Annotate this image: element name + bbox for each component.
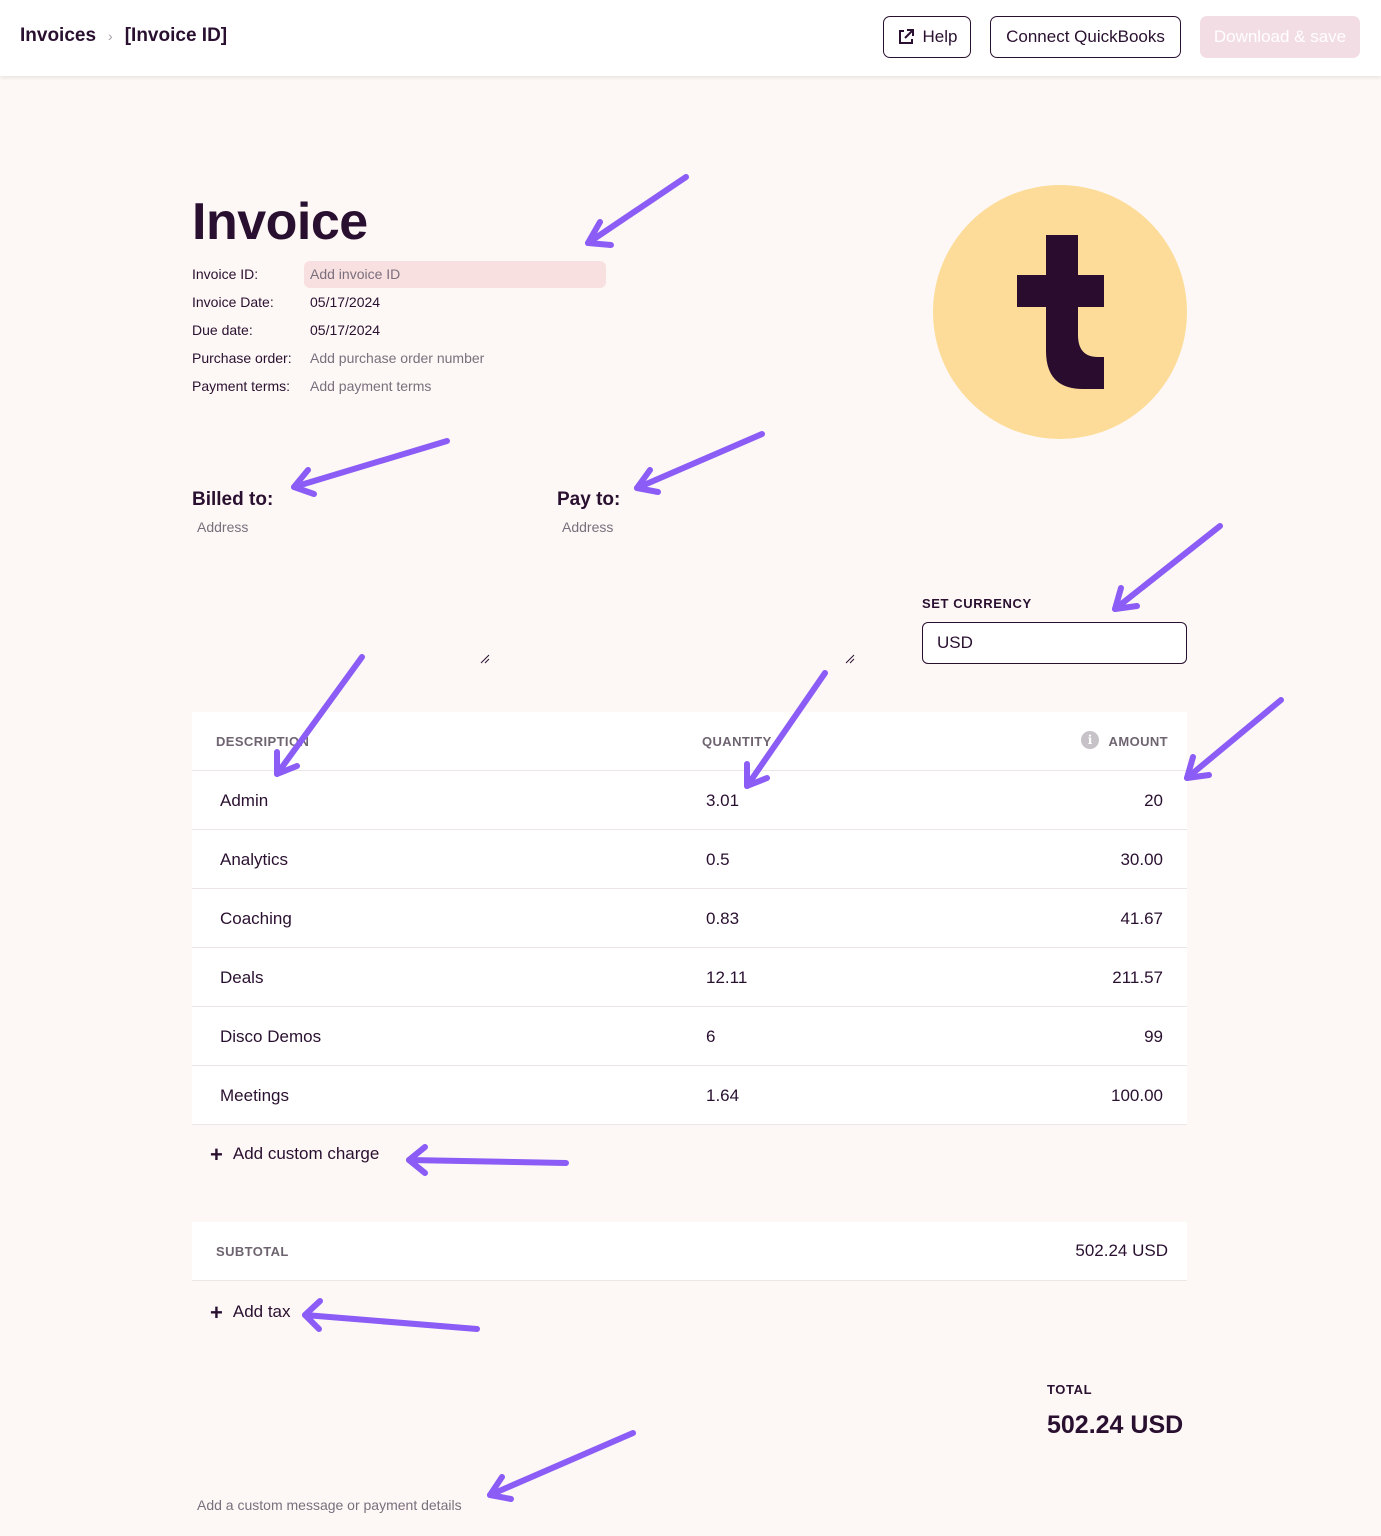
annotation-arrow [302, 1298, 480, 1332]
total-value: 502.24 USD [1047, 1411, 1184, 1439]
annotation-arrow [634, 431, 765, 495]
row-amount[interactable]: 211.57 [1112, 968, 1163, 988]
invoice-id-label: Invoice ID: [192, 266, 259, 282]
add-custom-charge-button[interactable]: + Add custom charge [210, 1141, 380, 1167]
row-quantity[interactable]: 12.11 [706, 968, 747, 988]
top-bar: Invoices › [Invoice ID] Help Connect Qui… [0, 0, 1381, 76]
external-link-icon [898, 29, 914, 44]
annotation-arrow [406, 1144, 569, 1176]
row-quantity[interactable]: 0.5 [706, 850, 730, 870]
line-items-table: DESCRIPTION QUANTITY i AMOUNT Admin 3.01… [192, 712, 1187, 1125]
logo-t-glyph [1017, 235, 1104, 389]
table-row: Meetings 1.64 100.00 [192, 1066, 1187, 1125]
billed-to-address-input[interactable]: Address [197, 519, 248, 535]
subtotal-row: SUBTOTAL 502.24 USD [192, 1222, 1187, 1281]
table-row: Admin 3.01 20 [192, 771, 1187, 830]
quantity-column-header: QUANTITY [702, 734, 772, 749]
due-date-label: Due date: [192, 322, 253, 338]
row-description[interactable]: Analytics [220, 850, 288, 870]
connect-quickbooks-button[interactable]: Connect QuickBooks [990, 16, 1181, 58]
row-amount[interactable]: 41.67 [1120, 909, 1163, 929]
chevron-right-icon: › [108, 28, 113, 44]
subtotal-label: SUBTOTAL [216, 1244, 289, 1259]
table-row: Deals 12.11 211.57 [192, 948, 1187, 1007]
pay-to-heading: Pay to: [557, 489, 621, 510]
row-quantity[interactable]: 3.01 [706, 791, 739, 811]
breadcrumb: Invoices › [Invoice ID] [20, 25, 227, 47]
help-button-label: Help [922, 27, 958, 46]
invoice-title: Invoice [192, 193, 368, 251]
invoice-date-label: Invoice Date: [192, 294, 274, 310]
table-row: Analytics 0.5 30.00 [192, 830, 1187, 889]
add-custom-charge-label: Add custom charge [232, 1144, 380, 1163]
row-amount[interactable]: 20 [1144, 791, 1163, 811]
annotation-arrow [291, 438, 450, 497]
subtotal-value: 502.24 USD [1075, 1241, 1168, 1260]
row-quantity[interactable]: 0.83 [706, 909, 739, 929]
set-currency-label: SET CURRENCY [922, 596, 1032, 611]
table-header: DESCRIPTION QUANTITY i AMOUNT [192, 712, 1187, 771]
row-amount[interactable]: 100.00 [1111, 1086, 1163, 1106]
description-column-header: DESCRIPTION [216, 734, 310, 749]
row-description[interactable]: Disco Demos [220, 1027, 321, 1047]
payment-terms-label: Payment terms: [192, 378, 291, 394]
row-amount[interactable]: 99 [1144, 1027, 1163, 1047]
download-save-label: Download & save [1213, 27, 1347, 46]
info-icon[interactable]: i [1081, 731, 1099, 749]
row-amount[interactable]: 30.00 [1120, 850, 1163, 870]
custom-message-input[interactable]: Add a custom message or payment details [197, 1497, 462, 1513]
due-date-input[interactable]: 05/17/2024 [310, 322, 380, 338]
invoice-id-input[interactable]: Add invoice ID [304, 261, 606, 288]
billed-to-heading: Billed to: [192, 489, 274, 510]
purchase-order-input[interactable]: Add purchase order number [310, 350, 484, 366]
row-quantity[interactable]: 6 [706, 1027, 715, 1047]
download-save-button[interactable]: Download & save [1200, 16, 1360, 58]
currency-input[interactable]: USD [922, 622, 1187, 664]
breadcrumb-invoices-link[interactable]: Invoices [20, 25, 96, 47]
annotation-arrow [1112, 523, 1223, 612]
amount-column-header: AMOUNT [1108, 734, 1168, 749]
row-quantity[interactable]: 1.64 [706, 1086, 739, 1106]
payment-terms-input[interactable]: Add payment terms [310, 378, 431, 394]
breadcrumb-current: [Invoice ID] [124, 25, 228, 46]
row-description[interactable]: Deals [220, 968, 263, 988]
row-description[interactable]: Admin [220, 791, 268, 811]
table-row: Disco Demos 6 99 [192, 1007, 1187, 1066]
plus-icon: + [210, 1141, 223, 1167]
add-tax-label: Add tax [232, 1302, 291, 1321]
connect-quickbooks-label: Connect QuickBooks [1006, 27, 1165, 46]
annotation-arrow [585, 174, 689, 248]
purchase-order-label: Purchase order: [192, 350, 292, 366]
row-description[interactable]: Meetings [220, 1086, 289, 1106]
annotation-arrow [1184, 697, 1284, 781]
help-button[interactable]: Help [883, 16, 971, 58]
company-logo[interactable] [933, 185, 1187, 439]
resize-handle-icon[interactable] [480, 654, 490, 664]
table-row: Coaching 0.83 41.67 [192, 889, 1187, 948]
row-description[interactable]: Coaching [220, 909, 292, 929]
plus-icon: + [210, 1299, 223, 1325]
pay-to-address-input[interactable]: Address [562, 519, 613, 535]
invoice-date-input[interactable]: 05/17/2024 [310, 294, 380, 310]
annotation-arrow [487, 1430, 636, 1502]
add-tax-button[interactable]: + Add tax [210, 1299, 291, 1325]
resize-handle-icon[interactable] [845, 654, 855, 664]
total-label: TOTAL [1047, 1382, 1093, 1397]
